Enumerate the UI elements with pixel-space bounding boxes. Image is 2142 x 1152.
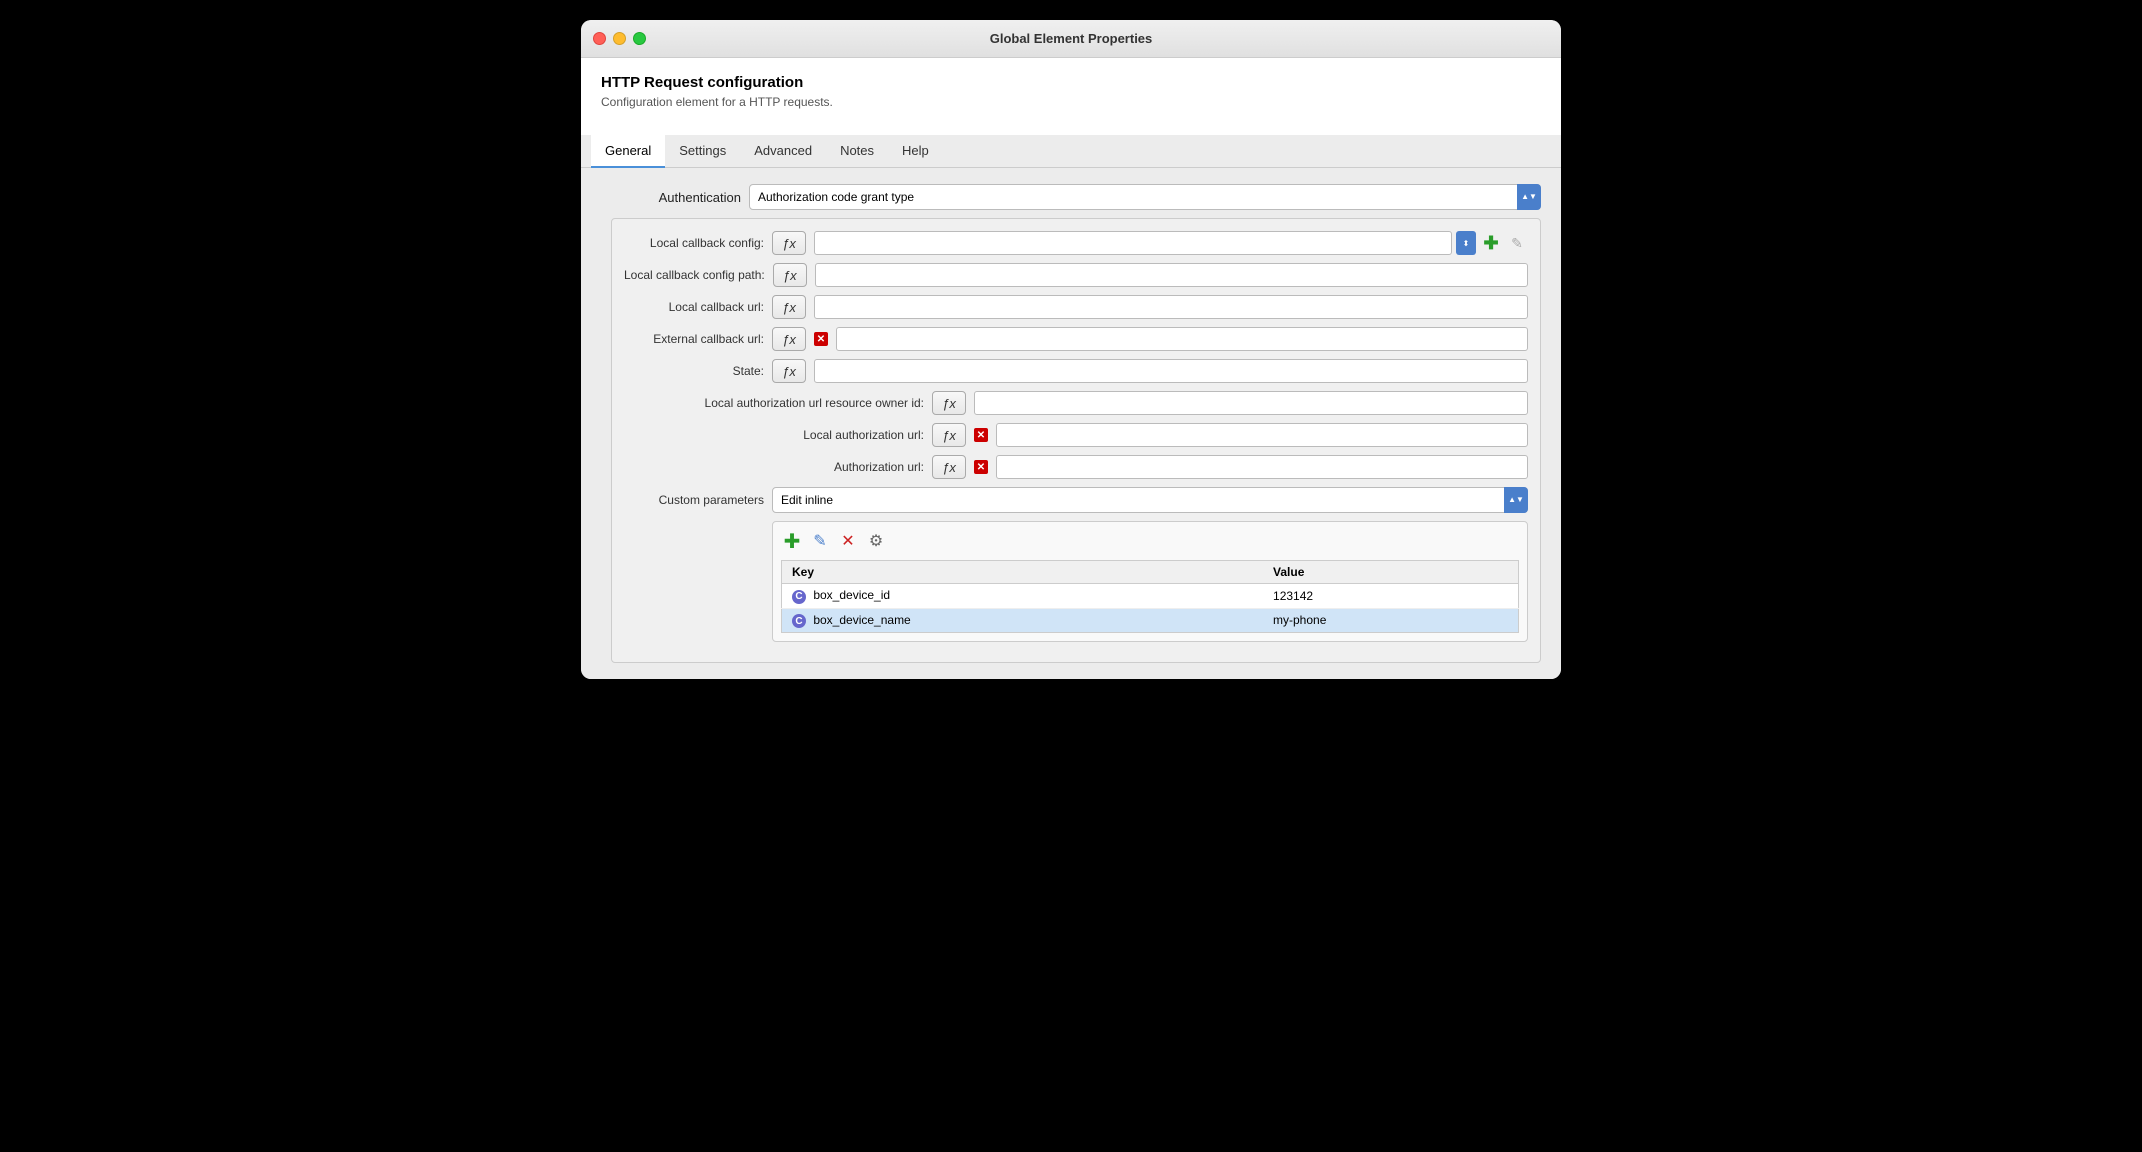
row-key-cell: C box_device_id: [782, 584, 1264, 609]
custom-params-select-wrapper: Edit inline: [772, 487, 1528, 513]
state-input[interactable]: [814, 359, 1528, 383]
local-callback-config-path-label: Local callback config path:: [624, 268, 765, 282]
authentication-label: Authentication: [601, 190, 741, 205]
external-callback-url-input[interactable]: [836, 327, 1528, 351]
circle-icon-2: C: [792, 614, 806, 628]
fx-button-local-auth-url-owner[interactable]: ƒx: [932, 391, 966, 415]
fx-button-local-auth-url[interactable]: ƒx: [932, 423, 966, 447]
external-callback-url-label: External callback url:: [624, 332, 764, 346]
local-callback-config-arrows[interactable]: ⬍: [1456, 231, 1476, 255]
custom-params-panel: ✚ ✎ ✕ ⚙ Key Value C: [772, 521, 1528, 642]
col-key: Key: [782, 561, 1264, 584]
traffic-lights: [593, 32, 646, 45]
params-add-btn[interactable]: ✚: [781, 530, 803, 552]
params-table: Key Value C box_device_id 123142: [781, 560, 1519, 633]
local-callback-config-input-group: ⬍ ✚ ✎: [814, 231, 1528, 255]
fx-button-external-callback-url[interactable]: ƒx: [772, 327, 806, 351]
local-auth-url-owner-label: Local authorization url resource owner i…: [624, 396, 924, 410]
titlebar: Global Element Properties: [581, 20, 1561, 58]
custom-params-label: Custom parameters: [624, 493, 764, 507]
custom-params-select[interactable]: Edit inline: [772, 487, 1528, 513]
local-callback-url-input[interactable]: [814, 295, 1528, 319]
table-row[interactable]: C box_device_id 123142: [782, 584, 1519, 609]
window-title: Global Element Properties: [990, 31, 1153, 46]
fx-button-local-callback-url[interactable]: ƒx: [772, 295, 806, 319]
row-value-cell: 123142: [1263, 584, 1518, 609]
auth-url-label: Authorization url:: [624, 460, 924, 474]
maximize-button[interactable]: [633, 32, 646, 45]
local-callback-url-row: Local callback url: ƒx: [624, 295, 1528, 319]
custom-params-row: Custom parameters Edit inline: [624, 487, 1528, 513]
params-toolbar: ✚ ✎ ✕ ⚙: [781, 530, 1519, 552]
tab-general[interactable]: General: [591, 135, 665, 168]
params-edit-btn[interactable]: ✎: [809, 530, 831, 552]
local-callback-config-row: Local callback config: ƒx ⬍ ✚ ✎: [624, 231, 1528, 255]
state-row: State: ƒx: [624, 359, 1528, 383]
local-auth-url-input[interactable]: [996, 423, 1528, 447]
external-callback-url-row: External callback url: ƒx ✕: [624, 327, 1528, 351]
row-key-cell: C box_device_name: [782, 608, 1264, 633]
fx-button-local-callback-config-path[interactable]: ƒx: [773, 263, 807, 287]
tab-notes[interactable]: Notes: [826, 135, 888, 168]
auth-url-input[interactable]: [996, 455, 1528, 479]
auth-url-red-x: ✕: [974, 460, 988, 474]
auth-url-row: Authorization url: ƒx ✕: [624, 455, 1528, 479]
local-callback-config-label: Local callback config:: [624, 236, 764, 250]
tab-settings[interactable]: Settings: [665, 135, 740, 168]
circle-icon-1: C: [792, 590, 806, 604]
header-subtitle: Configuration element for a HTTP request…: [601, 95, 1541, 109]
col-value: Value: [1263, 561, 1518, 584]
params-settings-btn[interactable]: ⚙: [865, 530, 887, 552]
authentication-row: Authentication Authorization code grant …: [601, 184, 1541, 210]
local-auth-url-owner-row: Local authorization url resource owner i…: [624, 391, 1528, 415]
local-callback-config-path-input[interactable]: [815, 263, 1528, 287]
local-auth-url-red-x: ✕: [974, 428, 988, 442]
window-body: HTTP Request configuration Configuration…: [581, 58, 1561, 135]
row-value-cell: my-phone: [1263, 608, 1518, 633]
local-auth-url-label: Local authorization url:: [624, 428, 924, 442]
local-callback-config-edit-btn[interactable]: ✎: [1506, 232, 1528, 254]
authentication-select-wrapper: Authorization code grant type: [749, 184, 1541, 210]
params-delete-btn[interactable]: ✕: [837, 530, 859, 552]
local-callback-config-add-btn[interactable]: ✚: [1480, 232, 1502, 254]
fx-button-auth-url[interactable]: ƒx: [932, 455, 966, 479]
state-label: State:: [624, 364, 764, 378]
fx-button-state[interactable]: ƒx: [772, 359, 806, 383]
authentication-select[interactable]: Authorization code grant type: [749, 184, 1541, 210]
fx-button-local-callback-config[interactable]: ƒx: [772, 231, 806, 255]
local-callback-config-input[interactable]: [814, 231, 1452, 255]
local-auth-url-row: Local authorization url: ƒx ✕: [624, 423, 1528, 447]
external-callback-url-red-x: ✕: [814, 332, 828, 346]
local-auth-url-owner-input[interactable]: [974, 391, 1528, 415]
content-area: Authentication Authorization code grant …: [581, 168, 1561, 679]
local-callback-config-path-row: Local callback config path: ƒx: [624, 263, 1528, 287]
tab-help[interactable]: Help: [888, 135, 943, 168]
close-button[interactable]: [593, 32, 606, 45]
tabs-container: General Settings Advanced Notes Help: [581, 135, 1561, 168]
local-callback-url-label: Local callback url:: [624, 300, 764, 314]
minimize-button[interactable]: [613, 32, 626, 45]
table-row[interactable]: C box_device_name my-phone: [782, 608, 1519, 633]
header-title: HTTP Request configuration: [601, 74, 1541, 91]
tab-advanced[interactable]: Advanced: [740, 135, 826, 168]
header-section: HTTP Request configuration Configuration…: [601, 74, 1541, 109]
